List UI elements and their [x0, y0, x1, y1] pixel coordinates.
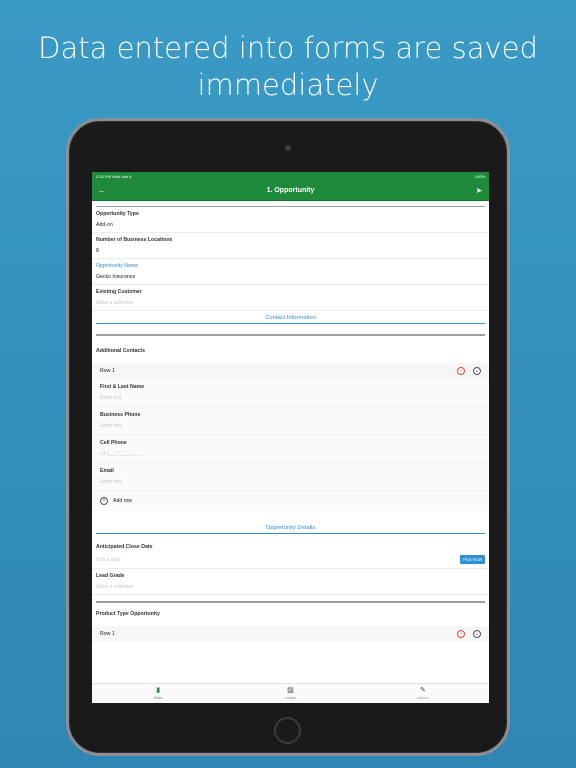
- field-label: Additional Contacts: [96, 348, 145, 354]
- field-placeholder: Enter text: [100, 423, 122, 429]
- field-lead-grade[interactable]: Lead Grade Make a selection: [92, 569, 489, 595]
- status-time: 2:33 PM Wed Mar 8: [96, 174, 132, 179]
- image-icon: ▨: [287, 687, 294, 694]
- field-placeholder: Make a selection: [96, 584, 134, 590]
- field-label: Number of Business Locations: [96, 237, 173, 243]
- headline: Data entered into forms are saved immedi…: [0, 30, 576, 104]
- field-label: First & Last Name: [100, 384, 145, 390]
- field-email[interactable]: Email Enter text: [92, 463, 489, 491]
- field-placeholder: Make a selection: [96, 300, 134, 306]
- field-opportunity-type[interactable]: Opportunity Type Add-on: [92, 207, 489, 233]
- add-circle-icon: +: [100, 497, 108, 505]
- tab-images[interactable]: ▨ Images: [250, 687, 330, 700]
- page-title: 1. Opportunity: [266, 187, 315, 194]
- form-content[interactable]: Opportunity Type Add-on Number of Busine…: [92, 201, 489, 683]
- field-value: 8: [96, 248, 99, 254]
- field-product-type: Product Type Opportunity: [92, 603, 489, 626]
- field-label: Existing Customer: [96, 289, 142, 295]
- add-row-label: Add row: [113, 498, 133, 504]
- field-opportunity-name[interactable]: Opportunity Name Gecko Insurance: [92, 259, 489, 285]
- field-label: Opportunity Type: [96, 211, 139, 217]
- send-icon[interactable]: ➤: [474, 186, 484, 195]
- field-placeholder: Enter text: [100, 479, 122, 485]
- tab-actions[interactable]: ✎ Actions: [383, 687, 463, 700]
- nav-bar: ← 1. Opportunity ➤: [92, 181, 489, 201]
- field-placeholder: Enter text: [100, 395, 122, 401]
- status-bar: 2:33 PM Wed Mar 8 100%: [92, 172, 489, 181]
- remove-row-icon[interactable]: −: [457, 630, 465, 638]
- tab-form[interactable]: ▮ Form: [118, 687, 198, 700]
- home-button[interactable]: [274, 717, 301, 744]
- row-title: Row 1: [100, 368, 115, 374]
- field-existing-customer[interactable]: Existing Customer Make a selection: [92, 285, 489, 311]
- field-label: Cell Phone: [100, 440, 127, 446]
- status-battery: 100%: [474, 174, 485, 179]
- form-icon: ▮: [156, 687, 161, 694]
- repeat-row-header[interactable]: Row 1 − ⌄: [92, 626, 489, 642]
- field-placeholder: +1 (___) ___-____: [100, 451, 142, 457]
- pick-now-button[interactable]: Pick Now: [460, 555, 485, 564]
- section-opportunity-details: Opportunity Details: [96, 521, 485, 534]
- field-value: Gecko Insurance: [96, 274, 136, 280]
- app-screen: 2:33 PM Wed Mar 8 100% ← 1. Opportunity …: [92, 172, 489, 703]
- field-value: Add-on: [96, 222, 113, 228]
- headline-line1: Data entered into forms are saved: [38, 31, 538, 65]
- tab-label: Actions: [417, 696, 429, 700]
- field-label: Anticipated Close Date: [96, 544, 153, 550]
- field-label: Opportunity Name: [96, 263, 139, 269]
- field-placeholder: Pick a date: [96, 556, 121, 563]
- edit-icon: ✎: [419, 687, 426, 694]
- add-row-button[interactable]: + Add row: [92, 491, 489, 511]
- repeat-row-header[interactable]: Row 1 − ⌄: [92, 363, 489, 379]
- headline-line2: immediately: [197, 68, 379, 102]
- back-arrow-icon[interactable]: ←: [97, 186, 107, 195]
- field-business-locations[interactable]: Number of Business Locations 8: [92, 233, 489, 259]
- row-title: Row 1: [100, 631, 115, 637]
- tab-label: Form: [154, 696, 163, 700]
- chevron-down-icon[interactable]: ⌄: [473, 367, 481, 375]
- field-label: Business Phone: [100, 412, 141, 418]
- field-additional-contacts: Additional Contacts: [92, 336, 489, 363]
- field-cell-phone[interactable]: Cell Phone +1 (___) ___-____: [92, 435, 489, 463]
- field-business-phone[interactable]: Business Phone Enter text: [92, 407, 489, 435]
- tab-bar: ▮ Form ▨ Images ✎ Actions: [92, 683, 489, 703]
- field-label: Product Type Opportunity: [96, 611, 160, 617]
- remove-row-icon[interactable]: −: [457, 367, 465, 375]
- chevron-down-icon[interactable]: ⌄: [473, 630, 481, 638]
- field-close-date[interactable]: Anticipated Close Date Pick a date Pick …: [92, 534, 489, 569]
- tab-label: Images: [284, 696, 297, 700]
- section-contact-information: Contact Information: [96, 311, 485, 324]
- field-first-last-name[interactable]: First & Last Name Enter text: [92, 379, 489, 407]
- camera-icon: [285, 145, 291, 151]
- field-label: Email: [100, 468, 114, 474]
- tablet-frame: 2:33 PM Wed Mar 8 100% ← 1. Opportunity …: [66, 118, 510, 756]
- field-label: Lead Grade: [96, 573, 125, 579]
